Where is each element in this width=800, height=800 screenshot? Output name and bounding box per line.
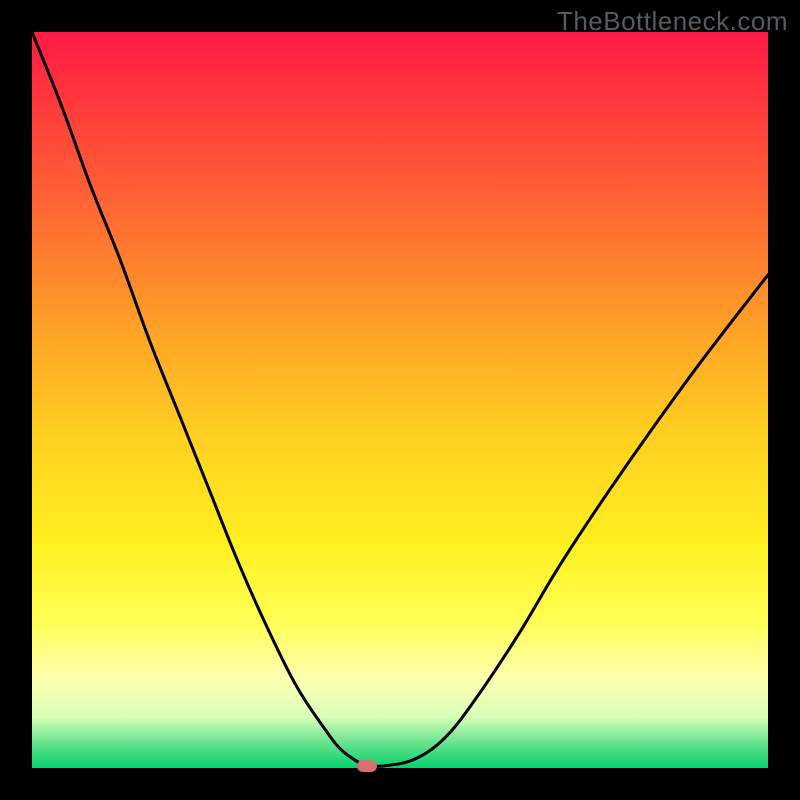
curve-svg [32, 32, 768, 768]
plot-frame [0, 0, 800, 800]
watermark-text: TheBottleneck.com [557, 6, 788, 37]
minimum-marker [357, 760, 377, 772]
plot-background-gradient [32, 32, 768, 768]
chart-stage: TheBottleneck.com [0, 0, 800, 800]
bottleneck-curve [32, 32, 768, 766]
